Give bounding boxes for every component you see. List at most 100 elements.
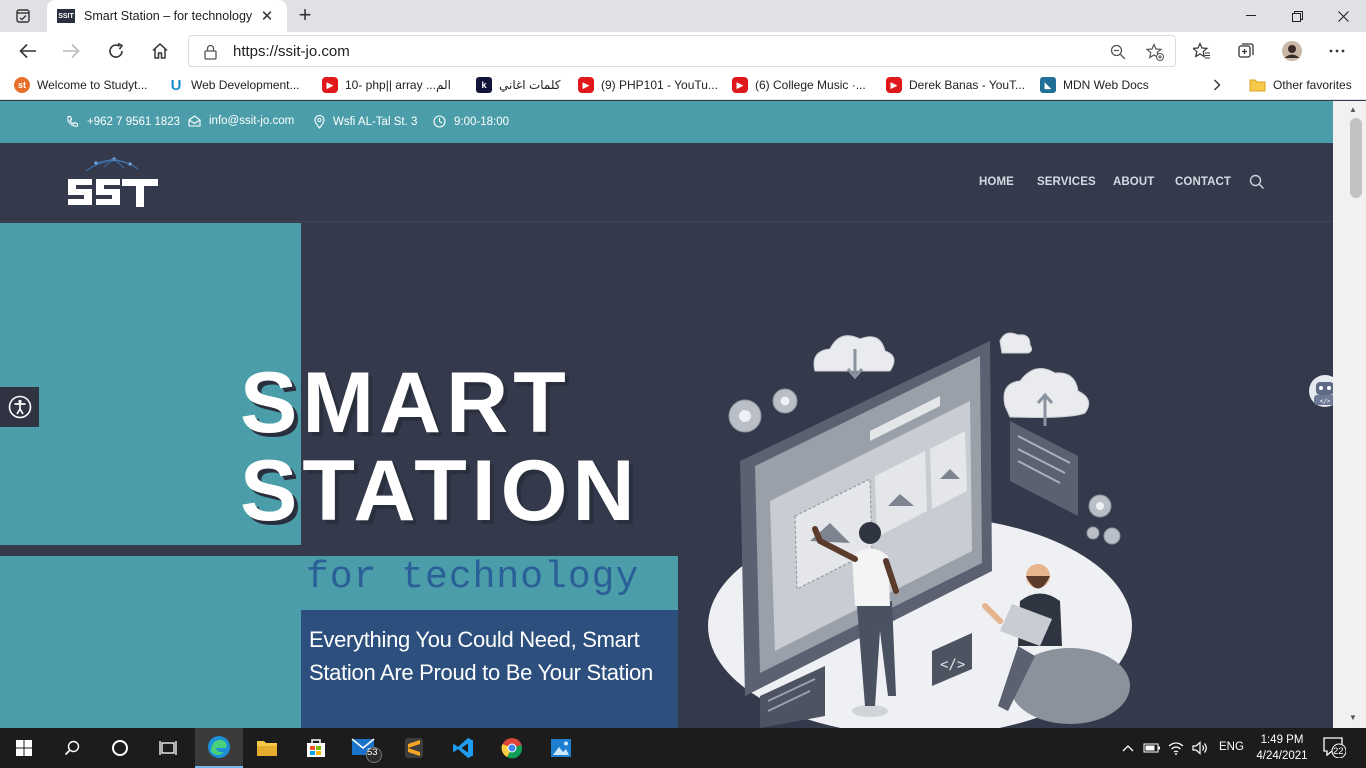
favorites-overflow-icon[interactable] <box>1213 75 1221 95</box>
scroll-down-icon[interactable]: ▼ <box>1349 713 1357 722</box>
hero-subtitle: for technology <box>306 556 640 599</box>
chrome-icon[interactable] <box>488 728 536 768</box>
notification-count: 22 <box>1333 746 1344 757</box>
tab-actions-icon[interactable] <box>8 5 38 27</box>
svg-text:</>: </> <box>1320 398 1331 405</box>
refresh-icon[interactable] <box>101 36 131 66</box>
restore-icon[interactable] <box>1274 0 1320 32</box>
url-text[interactable]: https://ssit-jo.com <box>233 43 350 60</box>
tray-overflow-icon[interactable] <box>1116 728 1140 768</box>
favorite-item[interactable]: ▶ (9) PHP101 - YouTu... <box>578 75 718 95</box>
edge-icon[interactable] <box>195 728 243 768</box>
youtube-icon: ▶ <box>732 77 748 93</box>
store-icon[interactable] <box>292 728 340 768</box>
search-icon[interactable] <box>1249 174 1265 190</box>
language-indicator[interactable]: ENG <box>1219 741 1244 753</box>
task-view-icon[interactable] <box>144 728 192 768</box>
folder-icon <box>1249 79 1266 92</box>
hero-accent-block-left <box>0 556 301 728</box>
minimize-icon[interactable] <box>1228 0 1274 32</box>
collections-icon[interactable] <box>1231 36 1261 66</box>
studytonight-icon: st <box>14 77 30 93</box>
phone-info[interactable]: +962 7 9561 1823 <box>66 115 180 128</box>
hero-title: SMART STATION <box>240 359 640 535</box>
new-tab-icon[interactable]: + <box>292 3 318 29</box>
tab-close-icon[interactable]: ✕ <box>257 7 277 25</box>
nav-contact[interactable]: CONTACT <box>1175 176 1231 188</box>
profile-avatar[interactable] <box>1277 36 1307 66</box>
other-favorites[interactable]: Other favorites <box>1249 75 1352 95</box>
nav-home[interactable]: HOME <box>979 176 1014 188</box>
mail-badge: 53 <box>367 747 378 758</box>
youtube-icon: ▶ <box>322 77 338 93</box>
zoom-icon[interactable] <box>1110 44 1126 60</box>
favorite-item[interactable]: k كلمات اغاني <box>476 75 561 95</box>
more-menu-icon[interactable] <box>1322 36 1352 66</box>
other-favorites-label: Other favorites <box>1273 78 1352 92</box>
favorites-icon[interactable] <box>1187 36 1217 66</box>
scroll-up-icon[interactable]: ▲ <box>1349 105 1357 114</box>
contact-info-bar: +962 7 9561 1823 info@ssit-jo.com Wsfi A… <box>0 101 1333 143</box>
favorite-label: كلمات اغاني <box>499 78 561 92</box>
favorite-label: (6) College Music ·... <box>755 78 866 92</box>
file-explorer-icon[interactable] <box>243 728 291 768</box>
start-icon[interactable] <box>0 728 48 768</box>
favorite-item[interactable]: st Welcome to Studyt... <box>14 75 148 95</box>
favorite-label: 10- php|| array ...الم <box>345 78 451 92</box>
favorite-item[interactable]: ▶ Derek Banas - YouT... <box>886 75 1025 95</box>
photos-icon[interactable] <box>537 728 585 768</box>
site-header: HOME SERVICES ABOUT CONTACT <box>0 143 1333 222</box>
address-toolbar: https://ssit-jo.com <box>0 32 1366 70</box>
scroll-thumb[interactable] <box>1350 118 1362 198</box>
favorite-item[interactable]: ▶ 10- php|| array ...الم <box>322 75 451 95</box>
wifi-icon[interactable] <box>1164 728 1188 768</box>
volume-icon[interactable] <box>1188 728 1212 768</box>
nav-about[interactable]: ABOUT <box>1113 176 1154 188</box>
close-window-icon[interactable] <box>1320 0 1366 32</box>
site-favicon-icon: SSIT <box>57 9 75 23</box>
cortana-icon[interactable] <box>96 728 144 768</box>
location-pin-icon <box>314 115 325 129</box>
active-tab[interactable]: SSIT Smart Station – for technology ✕ <box>47 0 287 32</box>
add-favorite-icon[interactable] <box>1146 43 1164 61</box>
favorite-label: Welcome to Studyt... <box>37 78 148 92</box>
lock-icon[interactable] <box>204 44 217 60</box>
mail-icon <box>188 115 201 127</box>
hours-info: 9:00-18:00 <box>433 115 509 128</box>
favorite-item[interactable]: ◣ MDN Web Docs <box>1040 75 1149 95</box>
vscode-icon[interactable] <box>439 728 487 768</box>
clock-date: 4/24/2021 <box>1256 750 1308 762</box>
k-icon: k <box>476 77 492 93</box>
email-info[interactable]: info@ssit-jo.com <box>188 115 294 127</box>
favorite-item[interactable]: U Web Development... <box>168 75 300 95</box>
hero-title-line2: STATION <box>240 443 640 539</box>
accessibility-icon[interactable] <box>0 387 39 427</box>
url-field[interactable]: https://ssit-jo.com <box>188 35 1176 67</box>
back-icon[interactable] <box>13 36 43 66</box>
favorite-item[interactable]: ▶ (6) College Music ·... <box>732 75 866 95</box>
forward-icon[interactable] <box>56 36 86 66</box>
phone-icon <box>67 115 79 127</box>
udemy-icon: U <box>168 77 184 94</box>
sublime-icon[interactable] <box>390 728 438 768</box>
mail-taskbar-icon[interactable]: 53 <box>342 728 390 768</box>
system-clock[interactable]: 1:49 PM 4/24/2021 <box>1253 732 1311 764</box>
favorite-label: Derek Banas - YouT... <box>909 78 1026 92</box>
mdn-icon: ◣ <box>1040 77 1056 93</box>
email-text: info@ssit-jo.com <box>209 115 295 127</box>
web-page: +962 7 9561 1823 info@ssit-jo.com Wsfi A… <box>0 101 1333 728</box>
battery-icon[interactable] <box>1140 728 1164 768</box>
address-info: Wsfi AL-Tal St. 3 <box>314 115 417 129</box>
nav-services[interactable]: SERVICES <box>1037 176 1096 188</box>
address-text: Wsfi AL-Tal St. 3 <box>333 116 418 128</box>
tab-bar: SSIT Smart Station – for technology ✕ + <box>0 0 1366 32</box>
hours-text: 9:00-18:00 <box>454 115 509 128</box>
clock-icon <box>433 115 446 128</box>
chatbot-icon[interactable]: </> <box>1307 373 1333 413</box>
site-logo[interactable] <box>66 153 160 211</box>
notification-center-icon[interactable]: 22 <box>1322 736 1350 760</box>
search-taskbar-icon[interactable] <box>48 728 96 768</box>
youtube-icon: ▶ <box>578 77 594 93</box>
hero-illustration: </> <box>708 332 1132 728</box>
home-icon[interactable] <box>145 36 175 66</box>
